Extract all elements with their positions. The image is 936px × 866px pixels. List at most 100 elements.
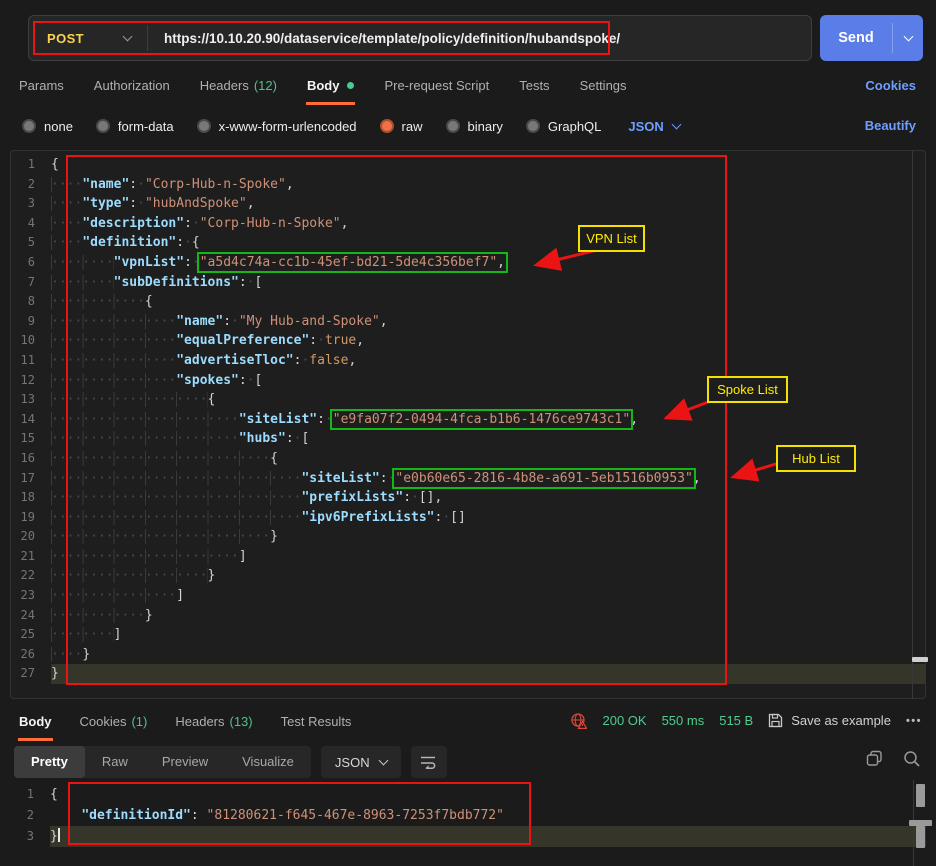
- code-text[interactable]: ····}: [51, 645, 925, 665]
- code-token: [199, 808, 207, 823]
- code-text[interactable]: ········"subDefinitions":·[: [51, 273, 925, 293]
- code-text[interactable]: ················]: [51, 586, 925, 606]
- cookies-link[interactable]: Cookies: [865, 78, 916, 93]
- view-raw[interactable]: Raw: [85, 746, 145, 778]
- code-text[interactable]: ································"ipv6Pre…: [51, 508, 925, 528]
- more-options-icon[interactable]: •••: [906, 715, 922, 727]
- code-line-8: 8············{: [11, 292, 925, 312]
- code-text[interactable]: ············}: [51, 606, 925, 626]
- code-text[interactable]: ························]: [51, 547, 925, 567]
- wrap-lines-button[interactable]: [411, 746, 447, 778]
- body-language-select[interactable]: JSON: [628, 119, 679, 134]
- code-text[interactable]: ············{: [51, 292, 925, 312]
- status-code: 200 OK: [602, 713, 646, 728]
- code-text[interactable]: ····························{: [51, 449, 925, 469]
- code-text[interactable]: }: [50, 826, 926, 847]
- response-tab-test-results[interactable]: Test Results: [280, 706, 353, 741]
- tab-authorization[interactable]: Authorization: [93, 70, 171, 105]
- send-button-label[interactable]: Send: [820, 15, 892, 61]
- tab-label: Headers: [200, 78, 249, 93]
- code-text[interactable]: ················"equalPreference":·true,: [51, 331, 925, 351]
- code-text[interactable]: ········"vpnList":·"a5d4c74a-cc1b-45ef-b…: [51, 253, 925, 273]
- code-line-10: 10················"equalPreference":·tru…: [11, 331, 925, 351]
- response-size: 515 B: [719, 713, 753, 728]
- code-token: "Corp-Hub-n-Spoke": [145, 177, 286, 192]
- code-token: :: [380, 471, 388, 486]
- response-time: 550 ms: [662, 713, 705, 728]
- annotation-green-box: "e0b60e65-2816-4b8e-a691-5eb1516b0953": [395, 471, 692, 486]
- line-number: 15: [11, 429, 51, 449]
- response-tab-headers[interactable]: Headers(13): [174, 706, 253, 741]
- tab-params[interactable]: Params: [18, 70, 65, 105]
- code-text[interactable]: ························"siteList":·"e9f…: [51, 410, 925, 430]
- tab-body[interactable]: Body: [306, 70, 356, 105]
- view-preview[interactable]: Preview: [145, 746, 225, 778]
- code-text[interactable]: ····"type":·"hubAndSpoke",: [51, 194, 925, 214]
- send-button[interactable]: Send: [820, 15, 923, 61]
- body-type-radio-raw[interactable]: raw: [380, 119, 423, 134]
- code-text[interactable]: ················"name":·"My Hub-and-Spok…: [51, 312, 925, 332]
- request-body-editor[interactable]: 1{2····"name":·"Corp-Hub-n-Spoke",3····"…: [10, 150, 926, 699]
- body-type-radio-x-www-form-urlencoded[interactable]: x-www-form-urlencoded: [197, 119, 357, 134]
- code-token: true: [325, 333, 356, 348]
- indent-whitespace: ················: [51, 373, 176, 388]
- code-text[interactable]: ················"advertiseTloc":·false,: [51, 351, 925, 371]
- copy-icon[interactable]: [866, 750, 883, 767]
- code-token: "hubAndSpoke": [145, 196, 247, 211]
- code-text[interactable]: ························"hubs":·[: [51, 429, 925, 449]
- body-type-radio-binary[interactable]: binary: [446, 119, 503, 134]
- code-token: ·: [137, 196, 145, 211]
- method-select[interactable]: POST: [29, 16, 147, 60]
- code-text[interactable]: ····"name":·"Corp-Hub-n-Spoke",: [51, 175, 925, 195]
- code-text[interactable]: ····················{: [51, 390, 925, 410]
- view-visualize[interactable]: Visualize: [225, 746, 311, 778]
- line-number: 1: [11, 155, 51, 175]
- body-type-radio-graphql[interactable]: GraphQL: [526, 119, 601, 134]
- response-scrollbar-thumb[interactable]: [916, 826, 925, 848]
- beautify-link[interactable]: Beautify: [865, 118, 916, 133]
- code-text[interactable]: ········]: [51, 625, 925, 645]
- tab-headers[interactable]: Headers(12): [199, 70, 278, 105]
- code-token: ]: [239, 549, 247, 564]
- code-text[interactable]: ····················}: [51, 566, 925, 586]
- code-token: :: [286, 431, 294, 446]
- code-text[interactable]: ····"description":·"Corp-Hub-n-Spoke",: [51, 214, 925, 234]
- code-text[interactable]: {: [51, 155, 925, 175]
- code-line-15: 15························"hubs":·[: [11, 429, 925, 449]
- code-text[interactable]: ····"definition":·{: [51, 233, 925, 253]
- url-input[interactable]: https://10.10.20.90/dataservice/template…: [148, 31, 811, 46]
- editor-scrollbar-thumb[interactable]: [912, 657, 928, 662]
- response-body-editor[interactable]: 1{2 "definitionId": "81280621-f645-467e-…: [10, 780, 926, 866]
- tab-pre-request-script[interactable]: Pre-request Script: [383, 70, 490, 105]
- code-token: ·: [137, 177, 145, 192]
- body-type-radio-form-data[interactable]: form-data: [96, 119, 174, 134]
- code-token: []: [450, 510, 466, 525]
- code-text[interactable]: "definitionId": "81280621-f645-467e-8963…: [50, 805, 926, 826]
- send-options-caret[interactable]: [893, 15, 923, 61]
- response-tab-body[interactable]: Body: [18, 706, 53, 741]
- code-text[interactable]: }: [51, 664, 925, 684]
- tab-settings[interactable]: Settings: [579, 70, 628, 105]
- search-icon[interactable]: [903, 750, 920, 767]
- indent-whitespace: ····: [51, 235, 82, 250]
- code-text[interactable]: ····························}: [51, 527, 925, 547]
- code-text[interactable]: ································"prefixL…: [51, 488, 925, 508]
- response-toolbar: PrettyRawPreviewVisualize JSON: [14, 746, 447, 778]
- tab-tests[interactable]: Tests: [518, 70, 550, 105]
- save-as-example-label: Save as example: [791, 713, 891, 728]
- response-scrollbar-thumb[interactable]: [916, 784, 925, 807]
- code-token: ,: [356, 333, 364, 348]
- code-text[interactable]: ················"spokes":·[: [51, 371, 925, 391]
- response-view-switcher: PrettyRawPreviewVisualize: [14, 746, 311, 778]
- code-text[interactable]: {: [50, 784, 926, 805]
- code-token: "Corp-Hub-n-Spoke": [200, 216, 341, 231]
- response-tab-cookies[interactable]: Cookies(1): [79, 706, 149, 741]
- body-type-radio-none[interactable]: none: [22, 119, 73, 134]
- response-language-select[interactable]: JSON: [321, 746, 401, 778]
- view-pretty[interactable]: Pretty: [14, 746, 85, 778]
- save-as-example-button[interactable]: Save as example: [768, 713, 891, 728]
- code-token: [: [301, 431, 309, 446]
- code-text[interactable]: ································"siteLis…: [51, 469, 925, 489]
- code-token: {: [145, 294, 153, 309]
- line-number: 23: [11, 586, 51, 606]
